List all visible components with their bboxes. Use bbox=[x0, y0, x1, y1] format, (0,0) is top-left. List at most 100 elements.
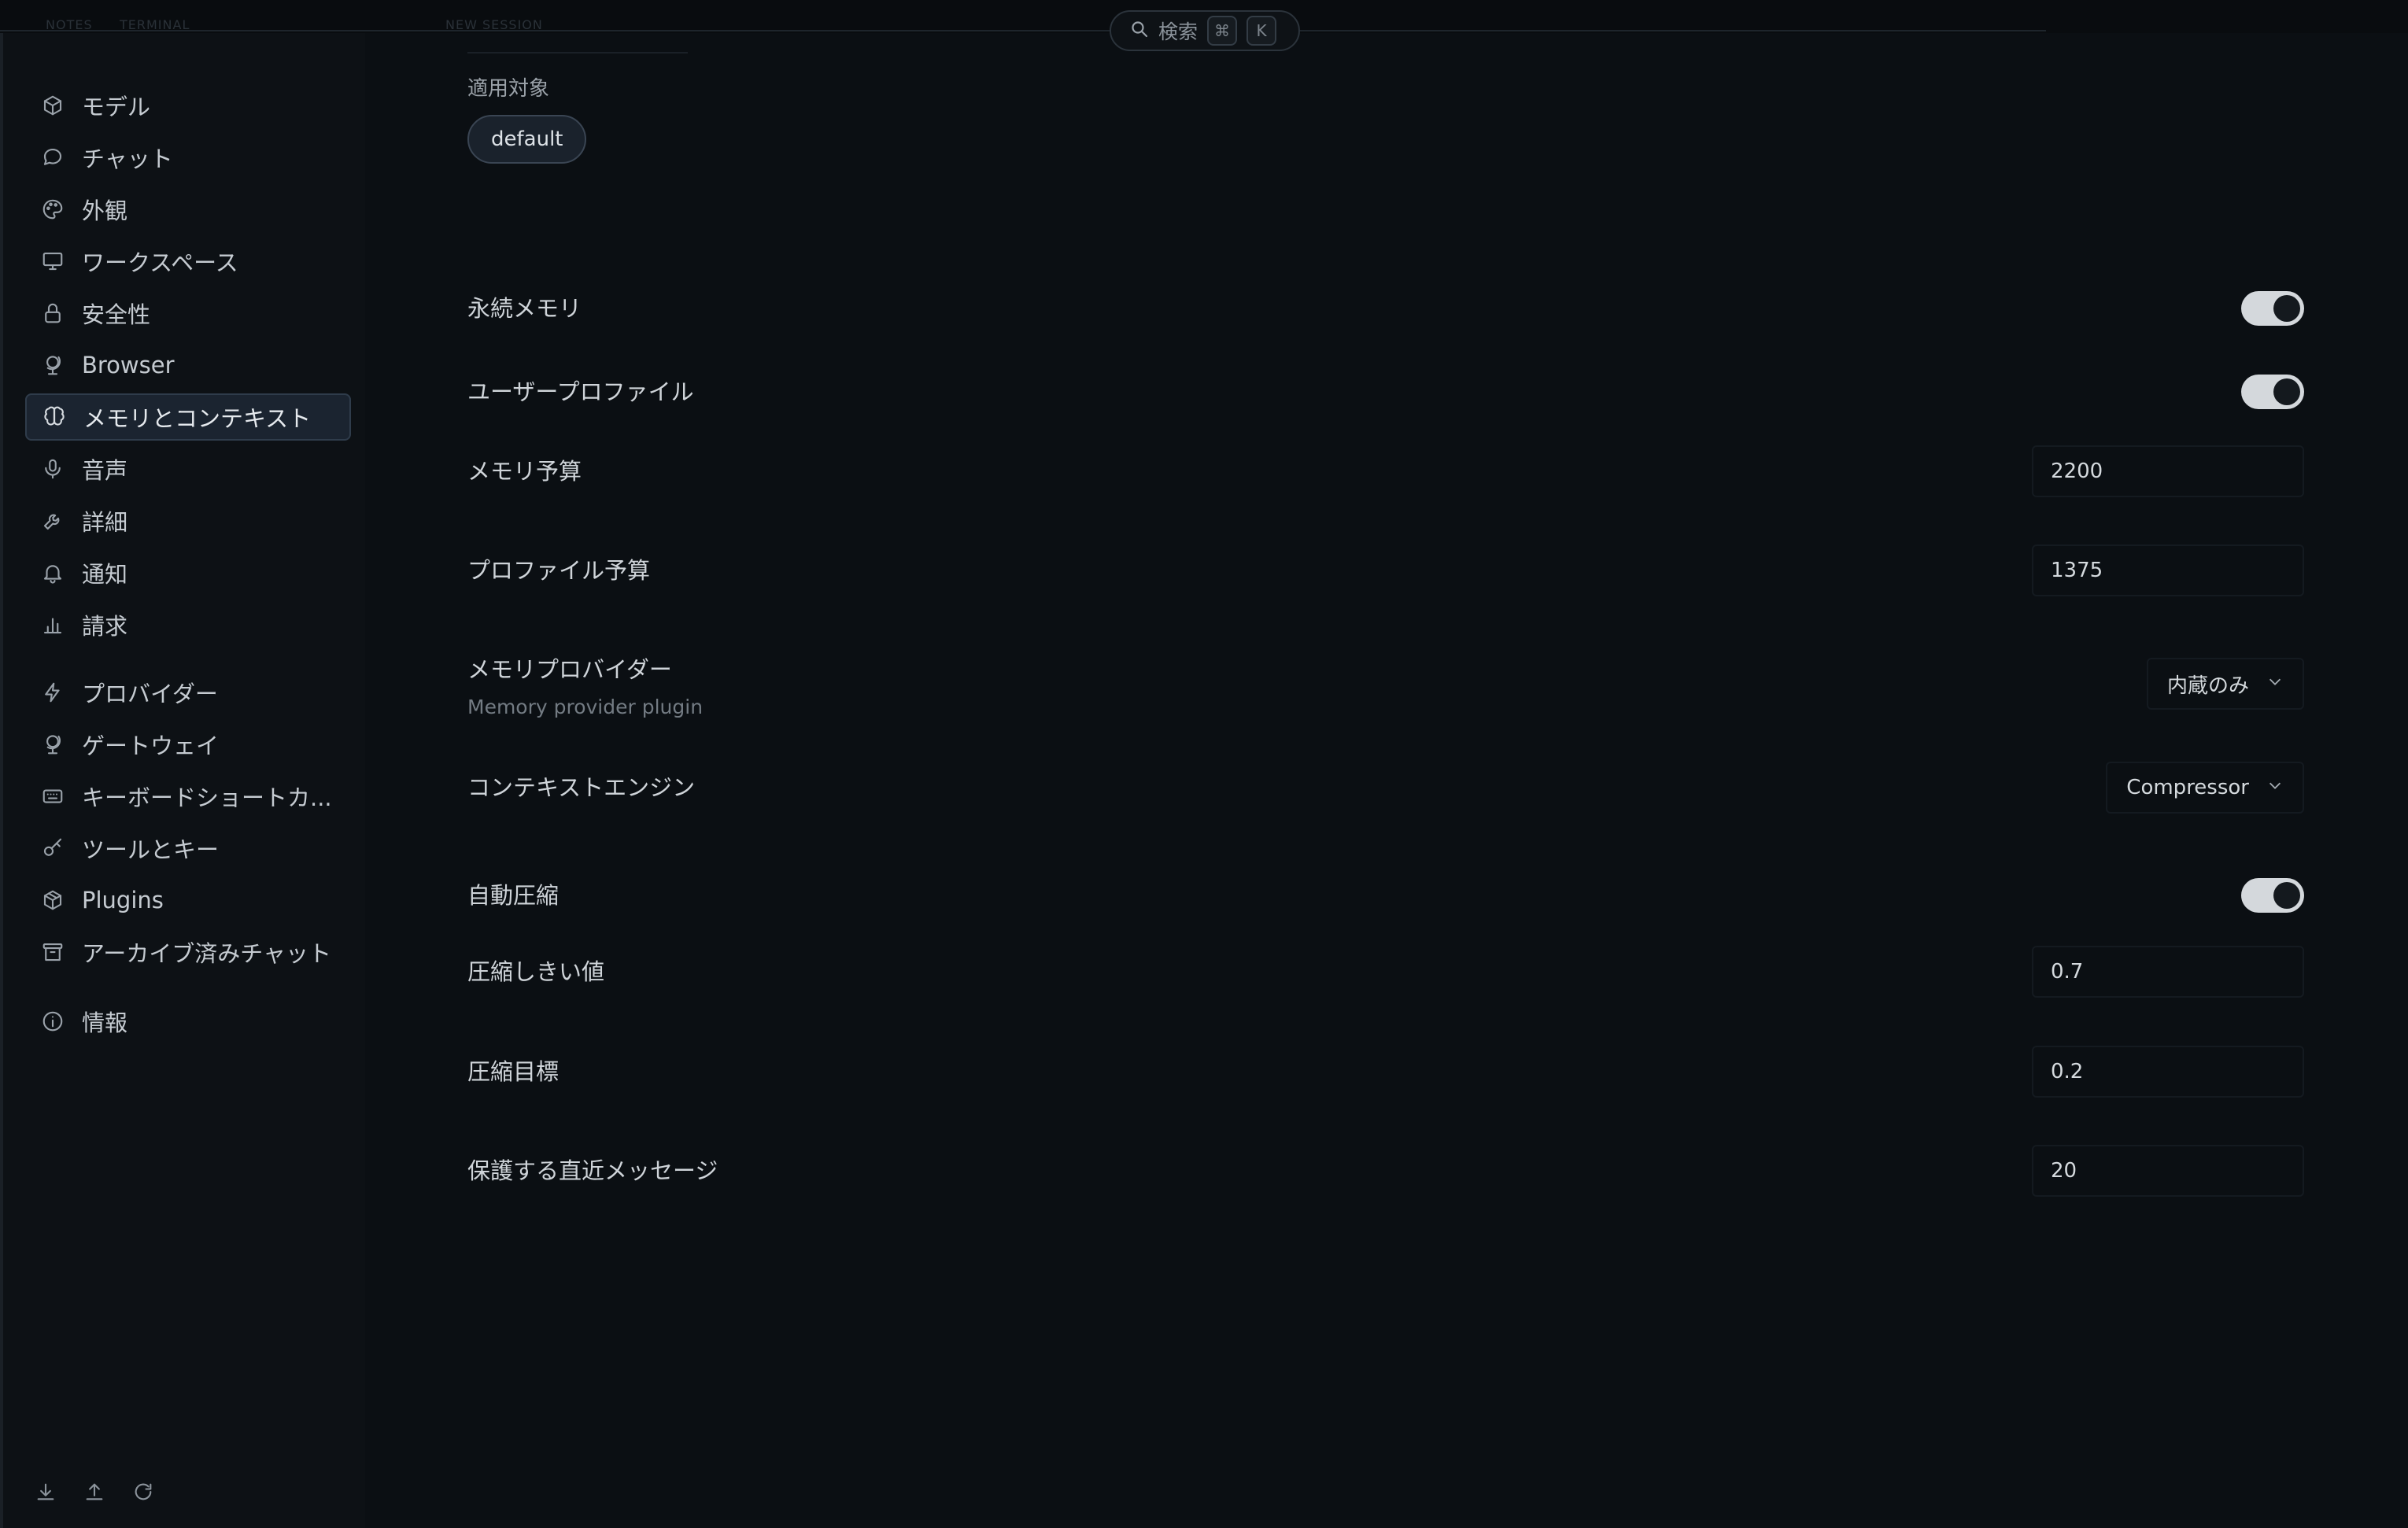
chat-bubble-icon bbox=[41, 146, 65, 169]
sidebar-item-16[interactable]: アーカイブ済みチャット bbox=[25, 928, 351, 976]
user-profile-label: ユーザープロファイル bbox=[467, 378, 694, 405]
sidebar-item-12[interactable]: ゲートウェイ bbox=[25, 721, 351, 768]
toggle-knob bbox=[2273, 295, 2300, 322]
sidebar-item-10[interactable]: 請求 bbox=[25, 601, 351, 648]
sidebar-item-0[interactable]: モデル bbox=[25, 82, 351, 129]
sidebar-item-label: モデル bbox=[82, 94, 151, 120]
applies-to-label: 適用対象 bbox=[467, 77, 550, 101]
sidebar-item-9[interactable]: 通知 bbox=[25, 549, 351, 596]
sidebar-item-4[interactable]: 安全性 bbox=[25, 290, 351, 337]
sidebar-item-label: ゲートウェイ bbox=[82, 733, 220, 759]
sidebar-item-1[interactable]: チャット bbox=[25, 134, 351, 181]
refresh-icon[interactable] bbox=[132, 1481, 154, 1506]
toggle-knob bbox=[2273, 882, 2300, 909]
tab-new-session[interactable]: NEW SESSION bbox=[445, 17, 543, 32]
lightning-icon bbox=[41, 681, 65, 704]
sidebar-item-17[interactable]: 情報 bbox=[25, 998, 351, 1045]
sidebar-item-6[interactable]: メモリとコンテキスト bbox=[25, 393, 351, 441]
package-icon bbox=[41, 888, 65, 912]
memory-budget-label: メモリ予算 bbox=[467, 458, 582, 485]
tab-strip: NOTES TERMINAL NEW SESSION bbox=[0, 0, 2046, 32]
toggle-knob bbox=[2273, 378, 2300, 405]
setting-row-context-engine: コンテキストエンジン Compressor bbox=[467, 760, 2304, 815]
chevron-down-icon bbox=[2266, 672, 2284, 696]
compress-target-label: 圧縮目標 bbox=[467, 1058, 560, 1085]
setting-row-memory-budget: メモリ予算 2200 bbox=[467, 444, 2304, 499]
globe-stand-icon bbox=[41, 733, 65, 756]
palette-icon bbox=[41, 197, 65, 221]
sidebar-item-label: 通知 bbox=[82, 561, 128, 588]
memory-provider-select[interactable]: 内蔵のみ bbox=[2146, 658, 2304, 710]
bell-icon bbox=[41, 561, 65, 585]
divider bbox=[467, 52, 688, 54]
sidebar-item-2[interactable]: 外観 bbox=[25, 186, 351, 233]
setting-row-compress-threshold: 圧縮しきい値 0.7 bbox=[467, 944, 2304, 999]
keyboard-icon bbox=[41, 784, 65, 808]
globe-stand-icon bbox=[41, 353, 65, 377]
cube-icon bbox=[41, 94, 65, 117]
tab-terminal[interactable]: TERMINAL bbox=[120, 17, 190, 32]
sidebar-item-3[interactable]: ワークスペース bbox=[25, 238, 351, 285]
shortcut-key-k: K bbox=[1246, 16, 1277, 46]
sidebar-item-label: 請求 bbox=[82, 613, 128, 640]
memory-provider-description: Memory provider plugin bbox=[467, 696, 704, 718]
setting-row-protected-recent: 保護する直近メッセージ 20 bbox=[467, 1143, 2304, 1198]
search-label: 検索 bbox=[1158, 20, 1198, 43]
shortcut-key-cmd: ⌘ bbox=[1207, 16, 1238, 46]
brain-icon bbox=[42, 405, 66, 429]
context-engine-value: Compressor bbox=[2126, 776, 2249, 799]
sidebar-item-7[interactable]: 音声 bbox=[25, 445, 351, 493]
sidebar-item-8[interactable]: 詳細 bbox=[25, 497, 351, 544]
sidebar-item-label: 詳細 bbox=[82, 509, 128, 536]
sidebar-item-label: Plugins bbox=[82, 887, 164, 913]
sidebar-item-label: キーボードショートカ... bbox=[82, 784, 332, 811]
sidebar-item-14[interactable]: ツールとキー bbox=[25, 825, 351, 872]
search-icon bbox=[1130, 20, 1149, 42]
info-icon bbox=[41, 1009, 65, 1033]
compress-target-input[interactable]: 0.2 bbox=[2032, 1046, 2304, 1098]
sidebar-item-13[interactable]: キーボードショートカ... bbox=[25, 773, 351, 820]
sidebar-item-label: 安全性 bbox=[82, 301, 151, 328]
persistent-memory-label: 永続メモリ bbox=[467, 295, 582, 322]
profile-budget-input[interactable]: 1375 bbox=[2032, 544, 2304, 596]
sidebar-item-label: メモリとコンテキスト bbox=[83, 405, 312, 432]
sidebar-item-label: チャット bbox=[82, 146, 173, 172]
archive-icon bbox=[41, 940, 65, 964]
download-icon[interactable] bbox=[35, 1481, 57, 1506]
compress-threshold-input[interactable]: 0.7 bbox=[2032, 946, 2304, 998]
protected-recent-label: 保護する直近メッセージ bbox=[467, 1157, 718, 1184]
monitor-icon bbox=[41, 249, 65, 273]
memory-provider-value: 内蔵のみ bbox=[2166, 674, 2249, 698]
setting-row-profile-budget: プロファイル予算 1375 bbox=[467, 543, 2304, 598]
context-engine-select[interactable]: Compressor bbox=[2106, 762, 2304, 814]
auto-compress-toggle[interactable] bbox=[2241, 878, 2304, 913]
memory-provider-label: メモリプロバイダー bbox=[467, 656, 672, 683]
chevron-down-icon bbox=[2266, 776, 2284, 799]
sidebar-item-15[interactable]: Plugins bbox=[25, 877, 351, 924]
search-button[interactable]: 検索 ⌘ K bbox=[1110, 10, 1300, 51]
user-profile-toggle[interactable] bbox=[2241, 375, 2304, 409]
setting-row-auto-compress: 自動圧縮 bbox=[467, 878, 2304, 925]
profile-chip-default[interactable]: default bbox=[467, 115, 587, 164]
memory-budget-input[interactable]: 2200 bbox=[2032, 445, 2304, 497]
persistent-memory-toggle[interactable] bbox=[2241, 291, 2304, 326]
sidebar-item-label: 外観 bbox=[82, 197, 128, 224]
upload-icon[interactable] bbox=[83, 1481, 105, 1506]
sidebar-item-5[interactable]: Browser bbox=[25, 341, 351, 389]
setting-row-user-profile: ユーザープロファイル bbox=[467, 375, 2304, 422]
key-icon bbox=[41, 836, 65, 860]
tab-notes[interactable]: NOTES bbox=[46, 17, 93, 32]
sidebar-item-label: 音声 bbox=[82, 457, 128, 484]
settings-content: 適用対象 default 永続メモリ ユーザープロファイル メモリ予算 2200… bbox=[365, 33, 2408, 1528]
sidebar-item-11[interactable]: プロバイダー bbox=[25, 669, 351, 716]
sidebar-item-label: Browser bbox=[82, 352, 175, 378]
sidebar-item-label: プロバイダー bbox=[82, 681, 218, 707]
sidebar-item-label: 情報 bbox=[82, 1009, 128, 1036]
compress-threshold-label: 圧縮しきい値 bbox=[467, 958, 605, 985]
sidebar-item-label: ワークスペース bbox=[82, 249, 238, 276]
setting-row-memory-provider: メモリプロバイダー Memory provider plugin 内蔵のみ bbox=[467, 644, 2304, 722]
auto-compress-label: 自動圧縮 bbox=[467, 882, 560, 909]
protected-recent-input[interactable]: 20 bbox=[2032, 1145, 2304, 1197]
sidebar-item-label: ツールとキー bbox=[82, 836, 220, 863]
lock-icon bbox=[41, 301, 65, 325]
